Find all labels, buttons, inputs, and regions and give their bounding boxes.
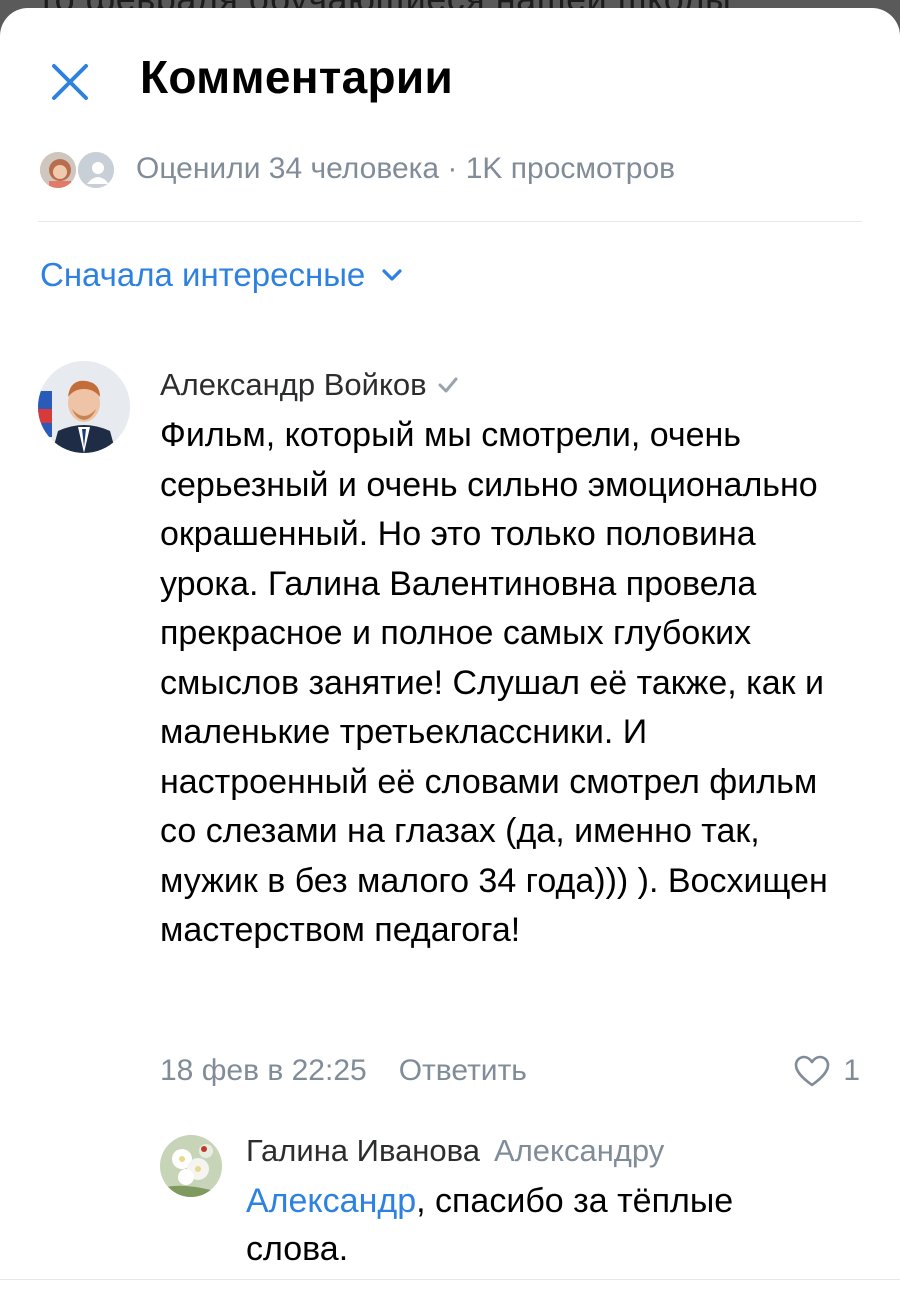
like-button[interactable]: 1	[793, 1054, 860, 1088]
close-button[interactable]	[42, 54, 98, 110]
sort-dropdown[interactable]: Сначала интересные	[40, 256, 403, 294]
reply-button[interactable]: Ответить	[399, 1054, 527, 1088]
mention-link[interactable]: Александр	[246, 1182, 416, 1220]
chevron-down-icon	[382, 269, 402, 281]
comments-sheet: Комментарии Оценили 34 человека · 1K про…	[0, 8, 900, 1298]
reply-text: Александр, спасибо за тёплые слова.	[246, 1177, 826, 1273]
avatar[interactable]	[160, 1135, 222, 1197]
sort-label: Сначала интересные	[40, 256, 366, 293]
avatar	[76, 150, 116, 190]
heart-icon	[795, 1055, 830, 1087]
avatar[interactable]	[38, 361, 130, 453]
comment-date: 18 фев в 22:25	[160, 1054, 367, 1087]
comment-author[interactable]: Александр Войков	[160, 367, 427, 403]
comment-text: Фильм, который мы смотрели, очень серьез…	[160, 416, 828, 949]
divider	[38, 221, 862, 222]
header: Комментарии	[0, 8, 900, 148]
reacted-avatars	[38, 150, 118, 190]
comment-meta: 18 фев в 22:25 Ответить	[160, 1054, 527, 1088]
close-icon	[52, 64, 88, 100]
reply-header: Галина Иванова Александру	[246, 1133, 664, 1169]
like-count: 1	[843, 1054, 860, 1087]
reply-author[interactable]: Галина Иванова	[246, 1133, 480, 1168]
stats-text: Оценили 34 человека · 1K просмотров	[136, 152, 676, 185]
page-title: Комментарии	[140, 51, 454, 103]
reply-recipient[interactable]: Александру	[494, 1133, 664, 1168]
comment-author-row: Александр Войков	[160, 367, 459, 403]
reactions-summary[interactable]: Оценили 34 человека · 1K просмотров	[38, 148, 878, 192]
checkmark-icon	[438, 377, 458, 393]
avatar	[38, 150, 78, 190]
